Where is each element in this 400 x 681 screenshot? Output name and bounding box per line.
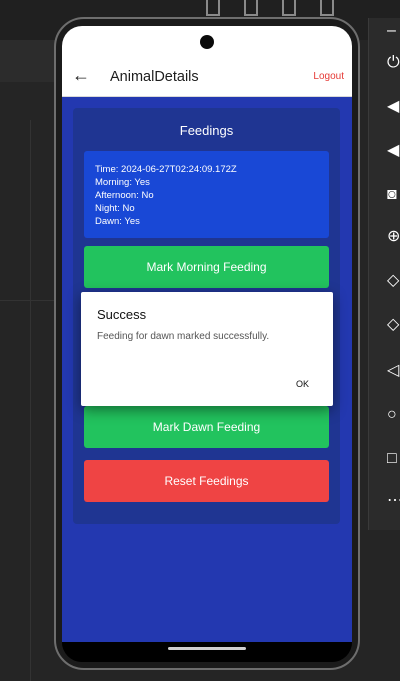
- power-icon[interactable]: ⏻: [387, 54, 400, 72]
- feeding-night: Night: No: [95, 203, 135, 214]
- layout-icon[interactable]: [206, 0, 220, 16]
- more-icon[interactable]: ⋯: [387, 492, 400, 510]
- dialog-title: Success: [97, 307, 147, 322]
- feedings-title: Feedings: [179, 123, 234, 138]
- logout-button[interactable]: Logout: [313, 71, 344, 82]
- dialog-message: Feeding for dawn marked successfully.: [97, 331, 270, 342]
- zoom-icon[interactable]: ⊕: [387, 228, 400, 246]
- feeding-dawn: Dawn: Yes: [95, 216, 140, 227]
- mark-dawn-feeding-button[interactable]: Mark Dawn Feeding: [84, 406, 329, 448]
- camera-icon[interactable]: ◙: [387, 186, 400, 204]
- feeding-time: Time: 2024-06-27T02:24:09.172Z: [95, 164, 237, 175]
- minimize-icon[interactable]: –: [387, 22, 400, 40]
- home-icon[interactable]: ○: [387, 406, 400, 424]
- arrow-left-icon[interactable]: ←: [72, 66, 90, 84]
- feeding-info-box: Time: 2024-06-27T02:24:09.172Z Morning: …: [84, 151, 329, 238]
- rotate-left-icon[interactable]: ◇: [387, 272, 400, 290]
- app-bar: ← AnimalDetails Logout: [62, 56, 352, 97]
- feeding-afternoon: Afternoon: No: [95, 190, 154, 201]
- dialog-ok-button[interactable]: OK: [296, 379, 309, 389]
- gesture-nav-area: [62, 642, 352, 662]
- layout-icon[interactable]: [320, 0, 334, 16]
- layout-icon[interactable]: [244, 0, 258, 16]
- front-camera: [200, 35, 214, 49]
- divider: [30, 120, 31, 681]
- volume-up-icon[interactable]: ◀: [387, 98, 400, 116]
- reset-feedings-button[interactable]: Reset Feedings: [84, 460, 329, 502]
- page-title: AnimalDetails: [110, 69, 199, 85]
- layout-icon[interactable]: [282, 0, 296, 16]
- divider: [0, 300, 60, 301]
- volume-down-icon[interactable]: ◀: [387, 142, 400, 160]
- overview-icon[interactable]: □: [387, 450, 400, 468]
- rotate-right-icon[interactable]: ◇: [387, 316, 400, 334]
- gesture-handle[interactable]: [168, 647, 246, 650]
- back-icon[interactable]: ◁: [387, 362, 400, 380]
- emulator-toolbar: – ⏻ ◀ ◀ ◙ ⊕ ◇ ◇ ◁ ○ □ ⋯: [368, 18, 400, 530]
- feeding-morning: Morning: Yes: [95, 177, 150, 188]
- mark-morning-feeding-button[interactable]: Mark Morning Feeding: [84, 246, 329, 288]
- success-dialog: Success Feeding for dawn marked successf…: [81, 292, 333, 406]
- ide-panel: [0, 40, 60, 82]
- status-bar: [62, 26, 352, 56]
